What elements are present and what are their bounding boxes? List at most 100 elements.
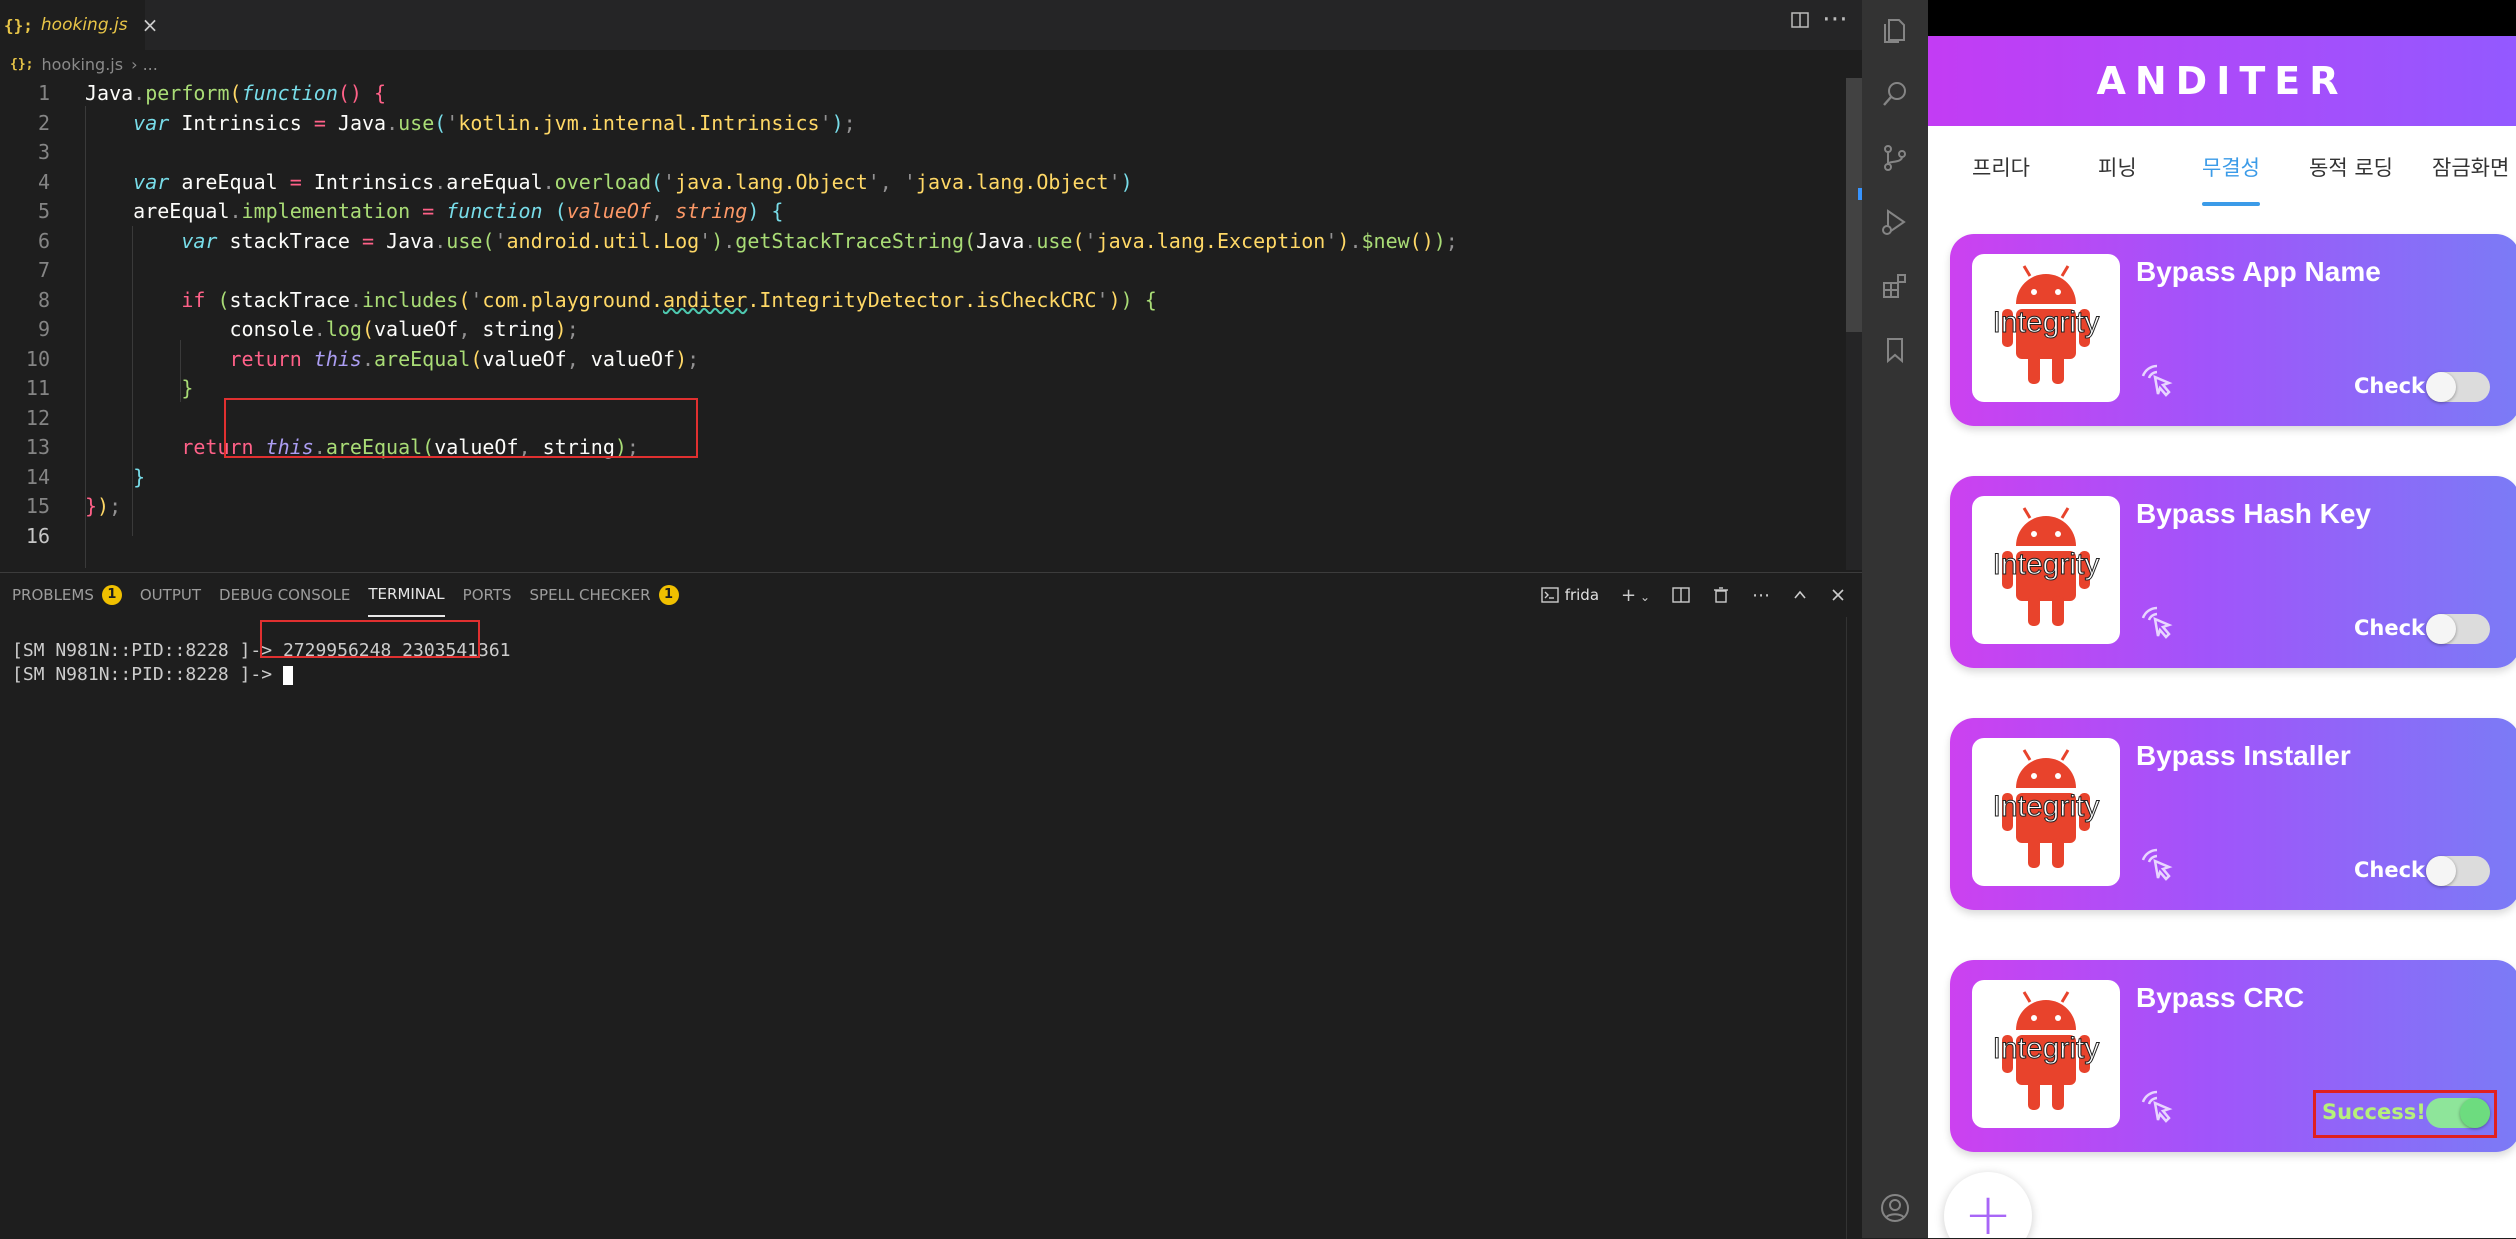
close-panel-icon[interactable] bbox=[1830, 587, 1846, 603]
card-bypass-hash-key[interactable]: Integrity Bypass Hash Key Check bbox=[1950, 476, 2516, 668]
explorer-icon[interactable] bbox=[1879, 14, 1911, 46]
terminal-icon bbox=[1540, 587, 1559, 603]
line-number: 6 bbox=[37, 228, 50, 253]
bottom-panel: PROBLEMS 1 OUTPUT DEBUG CONSOLE TERMINAL … bbox=[0, 572, 1863, 1239]
check-label: Check bbox=[2354, 616, 2426, 640]
toggle-knob bbox=[2426, 372, 2456, 402]
trash-icon[interactable] bbox=[1712, 586, 1730, 604]
app-tab-integrity[interactable]: 무결성 bbox=[2202, 152, 2260, 182]
code-line-1: Java.perform(function() { bbox=[85, 81, 387, 105]
tab-ports-label: PORTS bbox=[462, 586, 512, 604]
android-icon: Integrity bbox=[1972, 496, 2120, 644]
code-line-8: if (stackTrace.includes('com.playground.… bbox=[181, 287, 1157, 312]
new-terminal-icon[interactable]: + ⌄ bbox=[1621, 585, 1650, 606]
editor-tab-bar: {}; hooking.js × ⋯ bbox=[0, 0, 1862, 50]
breadcrumb-file[interactable]: hooking.js bbox=[41, 55, 123, 74]
panel-actions: frida + ⌄ ⋯ bbox=[1540, 573, 1846, 617]
line-number: 16 bbox=[25, 524, 50, 548]
js-file-icon: {}; bbox=[10, 56, 34, 72]
search-icon[interactable] bbox=[1879, 78, 1911, 110]
tab-output-label: OUTPUT bbox=[139, 586, 202, 604]
tab-ports[interactable]: PORTS bbox=[463, 573, 512, 617]
line-number: 8 bbox=[37, 287, 50, 312]
card-bypass-crc[interactable]: Integrity Bypass CRC Success! bbox=[1950, 960, 2516, 1152]
card-bypass-app-name[interactable]: Integrity Bypass App Name Check bbox=[1950, 234, 2516, 426]
code-line-9: console.log(valueOf, string); bbox=[229, 317, 579, 341]
code-line-10: return this.areEqual(valueOf, valueOf); bbox=[229, 346, 700, 371]
terminal-name: frida bbox=[1564, 586, 1600, 604]
breadcrumb-rest[interactable]: › ... bbox=[131, 55, 158, 74]
line-number: 1 bbox=[37, 81, 50, 105]
tab-spell-checker[interactable]: SPELL CHECKER 1 bbox=[530, 573, 679, 617]
success-highlight-box bbox=[2313, 1090, 2497, 1138]
card-bypass-installer[interactable]: Integrity Bypass Installer Check bbox=[1950, 718, 2516, 910]
terminal-prompt: [SM N981N::PID::8228 ]-> bbox=[12, 664, 283, 685]
split-editor-icon[interactable] bbox=[1790, 10, 1810, 35]
pointer-icon bbox=[2141, 848, 2173, 881]
toggle-knob bbox=[2426, 856, 2456, 886]
pointer-icon bbox=[2141, 364, 2173, 397]
thumb-label: Integrity bbox=[1992, 1032, 2100, 1066]
check-toggle[interactable] bbox=[2426, 614, 2490, 644]
check-toggle[interactable] bbox=[2426, 856, 2490, 886]
code-line-11: } bbox=[181, 376, 194, 400]
tab-label: hooking.js bbox=[40, 15, 128, 35]
tab-output[interactable]: OUTPUT bbox=[140, 573, 201, 617]
android-icon: Integrity bbox=[1972, 738, 2120, 886]
check-toggle[interactable] bbox=[2426, 372, 2490, 402]
status-bar bbox=[1928, 0, 2516, 36]
editor-tab-hooking-js[interactable]: {}; hooking.js × bbox=[0, 0, 158, 50]
split-terminal-icon[interactable] bbox=[1672, 586, 1690, 604]
account-icon[interactable] bbox=[1879, 1192, 1911, 1224]
tab-debug-console-label: DEBUG CONSOLE bbox=[219, 586, 351, 604]
tab-spell-checker-label: SPELL CHECKER bbox=[529, 586, 651, 604]
card-title: Bypass Installer bbox=[2136, 740, 2351, 771]
tab-debug-console[interactable]: DEBUG CONSOLE bbox=[219, 573, 350, 617]
line-number: 7 bbox=[37, 258, 50, 282]
app-tab-pinning[interactable]: 피닝 bbox=[2098, 152, 2137, 182]
tab-terminal-label: TERMINAL bbox=[368, 585, 445, 603]
terminal-cursor bbox=[282, 665, 293, 685]
code-editor[interactable]: 1 Java.perform(function() { 2 var Intrins… bbox=[0, 78, 1846, 630]
bookmark-icon[interactable] bbox=[1879, 334, 1911, 366]
terminal-output[interactable]: [SM N981N::PID::8228 ]-> 2729956248 2303… bbox=[0, 625, 1846, 1239]
scroll-indicator bbox=[1858, 188, 1862, 200]
extensions-icon[interactable] bbox=[1879, 270, 1911, 302]
code-line-15: }); bbox=[85, 494, 122, 518]
code-line-4: var areEqual = Intrinsics.areEqual.overl… bbox=[133, 169, 1133, 194]
thumb-label: Integrity bbox=[1992, 306, 2100, 340]
thumb-label: Integrity bbox=[1992, 548, 2100, 582]
line-number: 14 bbox=[25, 464, 50, 489]
more-actions-icon[interactable]: ⋯ bbox=[1752, 585, 1770, 606]
app-header: ANDITER bbox=[1928, 36, 2516, 126]
card-title: Bypass Hash Key bbox=[2136, 498, 2372, 529]
editor-scrollbar-thumb[interactable] bbox=[1846, 78, 1862, 332]
terminal-highlight-box bbox=[260, 620, 480, 658]
terminal-selector[interactable]: frida bbox=[1540, 586, 1600, 604]
maximize-panel-icon[interactable] bbox=[1792, 587, 1808, 603]
code-line-6: var stackTrace = Java.use('android.util.… bbox=[181, 228, 1458, 253]
terminal-prompt: [SM N981N::PID::8228 ]-> bbox=[12, 640, 283, 661]
close-icon[interactable]: × bbox=[142, 13, 159, 37]
app-tab-dynamic-loading[interactable]: 동적 로딩 bbox=[2309, 152, 2393, 182]
tab-terminal[interactable]: TERMINAL bbox=[368, 573, 445, 617]
source-control-icon[interactable] bbox=[1879, 142, 1911, 174]
active-tab-indicator bbox=[2202, 202, 2260, 206]
toggle-knob bbox=[2426, 614, 2456, 644]
pointer-icon bbox=[2141, 606, 2173, 639]
tab-problems[interactable]: PROBLEMS 1 bbox=[12, 573, 122, 617]
tab-problems-label: PROBLEMS bbox=[12, 586, 94, 604]
terminal-scrollbar[interactable] bbox=[1846, 617, 1863, 1239]
app-tab-frida[interactable]: 프리다 bbox=[1972, 152, 2030, 182]
app-tab-lock-screen[interactable]: 잠금화면 bbox=[2432, 152, 2509, 182]
more-actions-icon[interactable]: ⋯ bbox=[1822, 4, 1848, 34]
spell-checker-badge: 1 bbox=[658, 585, 679, 605]
code-highlight-box bbox=[224, 398, 698, 458]
add-icon[interactable]: + bbox=[1944, 1172, 2032, 1238]
editor-scrollbar[interactable] bbox=[1846, 78, 1862, 570]
run-debug-icon[interactable] bbox=[1879, 206, 1911, 238]
android-icon: Integrity bbox=[1972, 980, 2120, 1128]
line-number: 4 bbox=[37, 169, 50, 194]
code-line-14: } bbox=[133, 464, 146, 489]
line-number: 13 bbox=[25, 435, 50, 459]
